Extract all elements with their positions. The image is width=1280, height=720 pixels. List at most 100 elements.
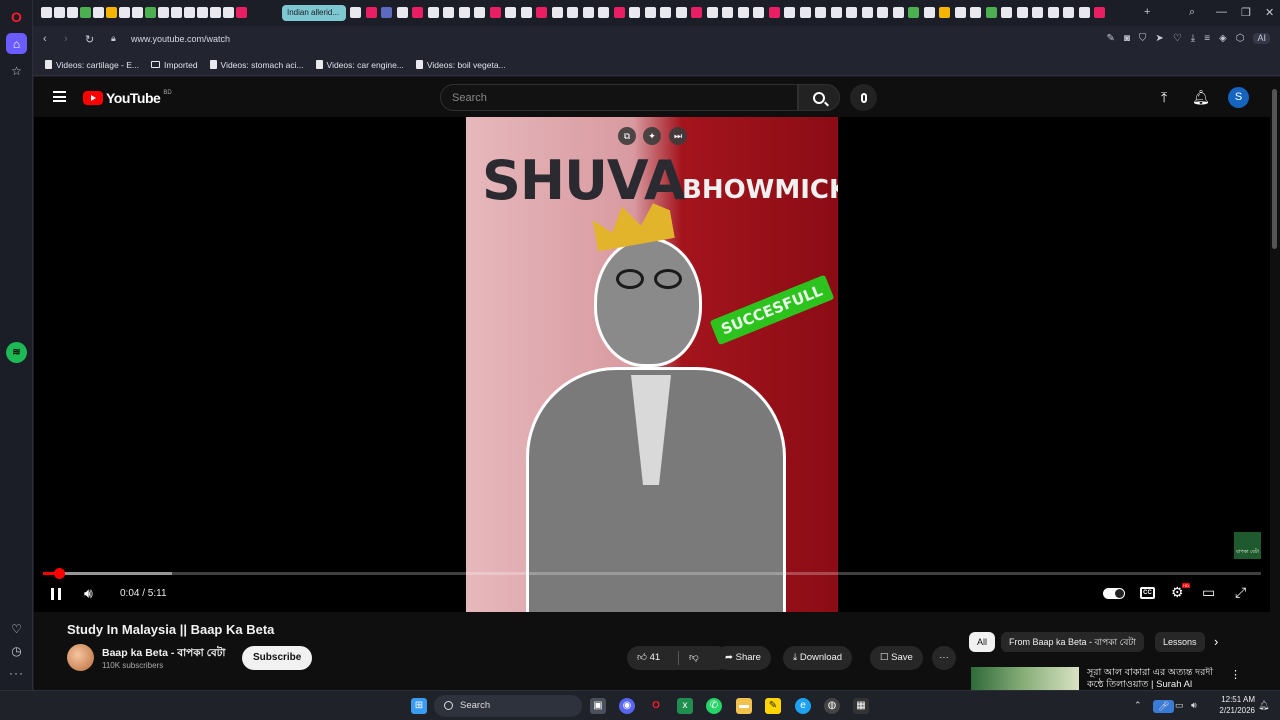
wallet-icon[interactable]: ◈: [1219, 33, 1227, 44]
tab-favicon-icon[interactable]: [93, 7, 104, 18]
tab-favicon-icon[interactable]: [443, 7, 454, 18]
minimize-icon[interactable]: —: [1216, 6, 1227, 18]
tab-favicon-icon[interactable]: [427, 7, 439, 18]
tab-favicon-icon[interactable]: [350, 7, 361, 18]
tab-favicon-icon[interactable]: [784, 7, 795, 18]
tab-favicon-icon[interactable]: [939, 7, 950, 18]
tab-favicon-icon[interactable]: [412, 7, 423, 18]
bookmark-item[interactable]: Videos: stomach aci...: [209, 60, 304, 70]
chip-all[interactable]: All: [969, 632, 996, 652]
close-window-icon[interactable]: ✕: [1265, 6, 1274, 19]
download-button[interactable]: ⤓ Download: [783, 646, 853, 670]
tab-favicon-icon[interactable]: [768, 7, 780, 18]
tab-search-icon[interactable]: ⌕: [1189, 6, 1195, 19]
hamburger-menu-icon[interactable]: [53, 91, 66, 102]
tab-favicon-icon[interactable]: [629, 7, 640, 18]
windows-start-icon[interactable]: ⊞: [411, 698, 427, 714]
tab-favicon-icon[interactable]: [119, 7, 130, 18]
tab-favicon-icon[interactable]: [908, 7, 919, 18]
more-actions-icon[interactable]: ···: [932, 646, 956, 670]
extensions-icon[interactable]: ⬡: [1236, 33, 1245, 44]
tab-favicon-icon[interactable]: [396, 7, 408, 18]
fullscreen-icon[interactable]: ⤢: [1235, 584, 1246, 601]
save-button[interactable]: ☐ Save: [870, 646, 923, 670]
tab-favicon-icon[interactable]: [706, 7, 718, 18]
tab-favicon-icon[interactable]: [551, 7, 563, 18]
tab-favicon-icon[interactable]: [505, 7, 516, 18]
tab-active[interactable]: Indian allerid...: [282, 5, 346, 21]
avatar[interactable]: S: [1228, 87, 1249, 108]
taskbar-search[interactable]: Search: [434, 695, 582, 717]
progress-bar[interactable]: [43, 568, 1261, 579]
back-icon[interactable]: ‹: [43, 33, 47, 45]
opera-logo-icon[interactable]: O: [6, 6, 27, 27]
channel-watermark[interactable]: বাপকা বেটা: [1234, 532, 1261, 559]
more-icon[interactable]: ···: [6, 662, 27, 683]
tab-favicon-icon[interactable]: [80, 7, 91, 18]
bookmark-item[interactable]: Videos: car engine...: [315, 60, 404, 70]
tab-favicon-icon[interactable]: [54, 7, 65, 18]
notification-bell-icon[interactable]: 🔔︎: [1258, 700, 1269, 711]
create-icon[interactable]: ⤒: [1161, 89, 1167, 106]
star-icon[interactable]: ☆: [6, 60, 27, 81]
url-field[interactable]: www.youtube.com/watch: [131, 34, 230, 44]
sparkle-icon[interactable]: ✦: [643, 127, 661, 145]
camera-icon[interactable]: ◙: [1124, 33, 1130, 44]
task-view-icon[interactable]: ▣: [590, 698, 606, 714]
shield-icon[interactable]: ⛉: [1139, 33, 1147, 44]
tab-favicon-icon[interactable]: [223, 7, 234, 18]
excel-icon[interactable]: x: [677, 698, 693, 714]
whatsapp-icon[interactable]: ✆: [706, 698, 722, 714]
tab-favicon-icon[interactable]: [41, 7, 52, 18]
tab-favicon-icon[interactable]: [582, 7, 594, 18]
youtube-logo[interactable]: YouTube BD: [83, 90, 172, 106]
dislike-icon[interactable]: 👎︎: [689, 646, 699, 670]
tab-favicon-icon[interactable]: [132, 7, 143, 18]
tray-overflow-icon[interactable]: ⌃: [1134, 700, 1142, 711]
tab-favicon-icon[interactable]: [520, 7, 532, 18]
channel-avatar[interactable]: [67, 644, 94, 671]
new-tab-icon[interactable]: +: [1144, 6, 1150, 18]
tab-favicon-icon[interactable]: [892, 7, 904, 18]
send-icon[interactable]: ➤: [1155, 33, 1163, 44]
tab-favicon-icon[interactable]: [598, 7, 609, 18]
download-icon[interactable]: ⤓: [1191, 33, 1195, 44]
like-button[interactable]: 👍︎ 41: [637, 652, 660, 663]
tab-favicon-icon[interactable]: [474, 7, 485, 18]
tab-favicon-icon[interactable]: [158, 7, 169, 18]
tab-favicon-icon[interactable]: [1032, 7, 1043, 18]
tab-favicon-icon[interactable]: [644, 7, 656, 18]
tab-favicon-icon[interactable]: [236, 7, 247, 18]
sticky-notes-icon[interactable]: ✎: [765, 698, 781, 714]
tab-favicon-icon[interactable]: [458, 7, 470, 18]
clock-time[interactable]: 12:51 AM: [1213, 695, 1255, 704]
tab-favicon-icon[interactable]: [799, 7, 811, 18]
tab-favicon-icon[interactable]: [846, 7, 857, 18]
autoplay-toggle[interactable]: [1103, 588, 1125, 599]
menu-icon[interactable]: ≡: [1204, 33, 1210, 44]
tab-favicon-icon[interactable]: [830, 7, 842, 18]
chevron-right-icon[interactable]: ›: [1214, 634, 1218, 649]
tab-favicon-icon[interactable]: [145, 7, 156, 18]
recommendation-thumbnail[interactable]: [971, 667, 1079, 690]
recommendation-title[interactable]: সূরা আল বাকারা এর অত্যন্ত দরদী কন্ঠে তিল…: [1087, 667, 1232, 690]
tab-favicon-icon[interactable]: [691, 7, 702, 18]
tab-favicon-icon[interactable]: [171, 7, 182, 18]
history-icon[interactable]: ◷: [6, 640, 27, 661]
volume-tray-icon[interactable]: 🔊︎: [1191, 700, 1197, 711]
subscribe-button[interactable]: Subscribe: [242, 646, 313, 670]
tab-favicon-icon[interactable]: [985, 7, 997, 18]
chip-lessons[interactable]: Lessons: [1155, 632, 1205, 652]
spotify-icon[interactable]: ≋: [6, 342, 27, 363]
network-icon[interactable]: ▭: [1175, 700, 1184, 711]
scrollbar-thumb[interactable]: [1272, 89, 1277, 249]
opera-taskbar-icon[interactable]: O: [648, 698, 664, 714]
tab-favicon-icon[interactable]: [1094, 7, 1105, 18]
clock-date[interactable]: 2/21/2026: [1210, 706, 1255, 715]
volume-icon[interactable]: 🔊︎: [84, 585, 93, 602]
tab-favicon-icon[interactable]: [970, 7, 981, 18]
voice-search-button[interactable]: [850, 84, 877, 111]
scrubber-handle[interactable]: [53, 568, 65, 579]
tab-favicon-icon[interactable]: [954, 7, 966, 18]
tab-favicon-icon[interactable]: [675, 7, 687, 18]
